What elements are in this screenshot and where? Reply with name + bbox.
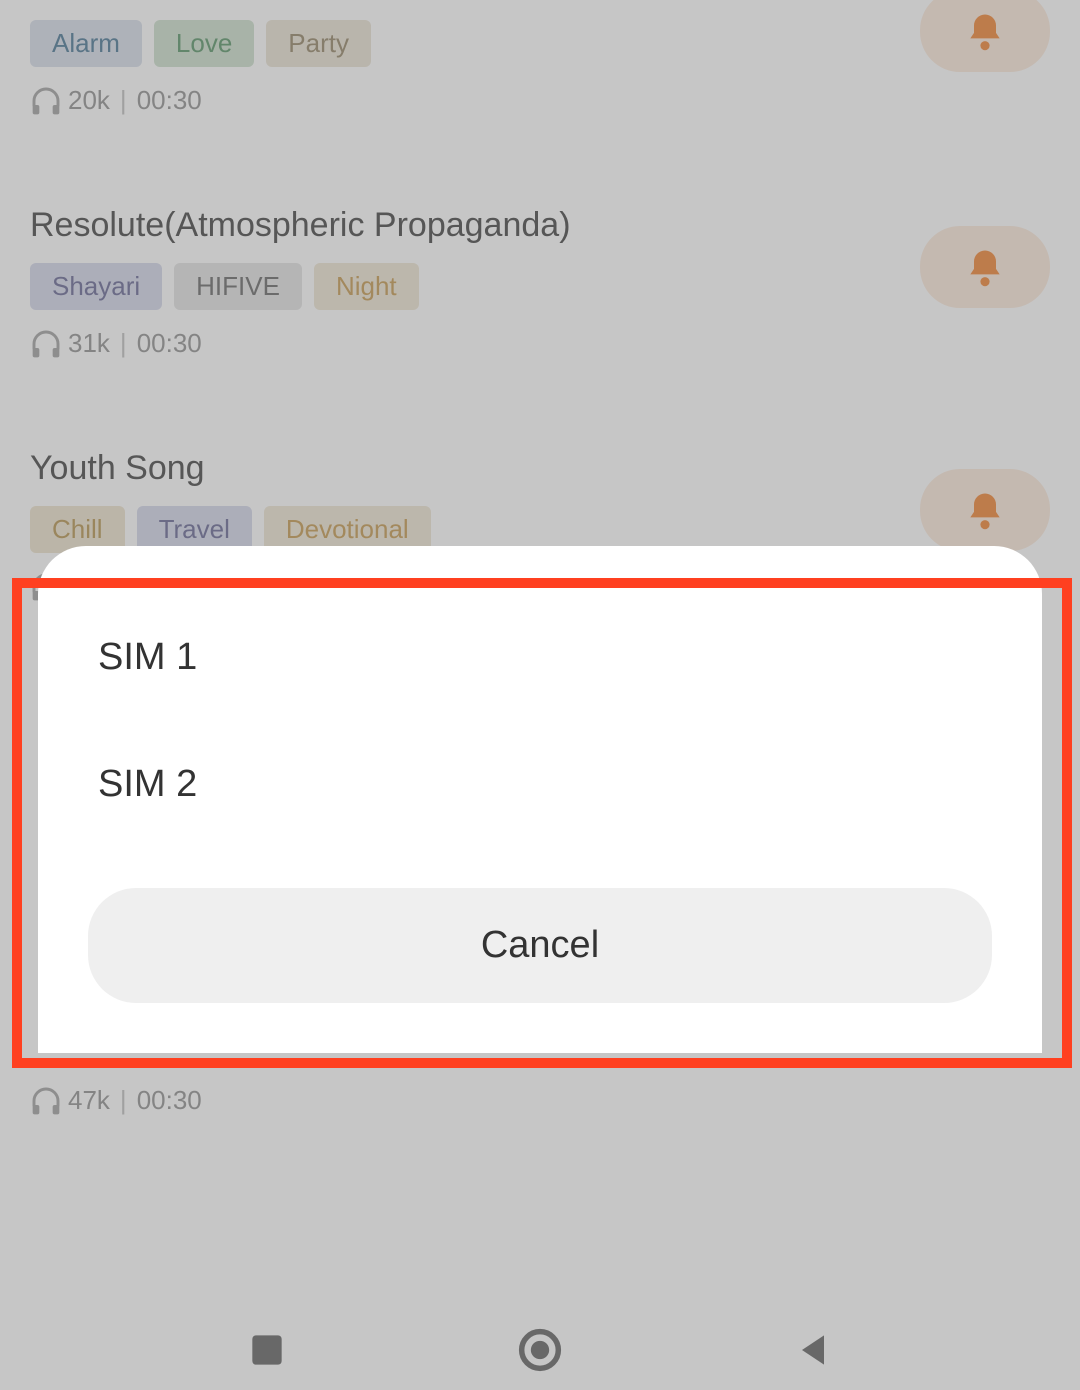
sim2-option[interactable]: SIM 2 (38, 721, 1042, 848)
sim-selection-modal: SIM 1 SIM 2 Cancel (38, 546, 1042, 1053)
sim1-option[interactable]: SIM 1 (38, 546, 1042, 721)
cancel-button[interactable]: Cancel (88, 888, 992, 1003)
